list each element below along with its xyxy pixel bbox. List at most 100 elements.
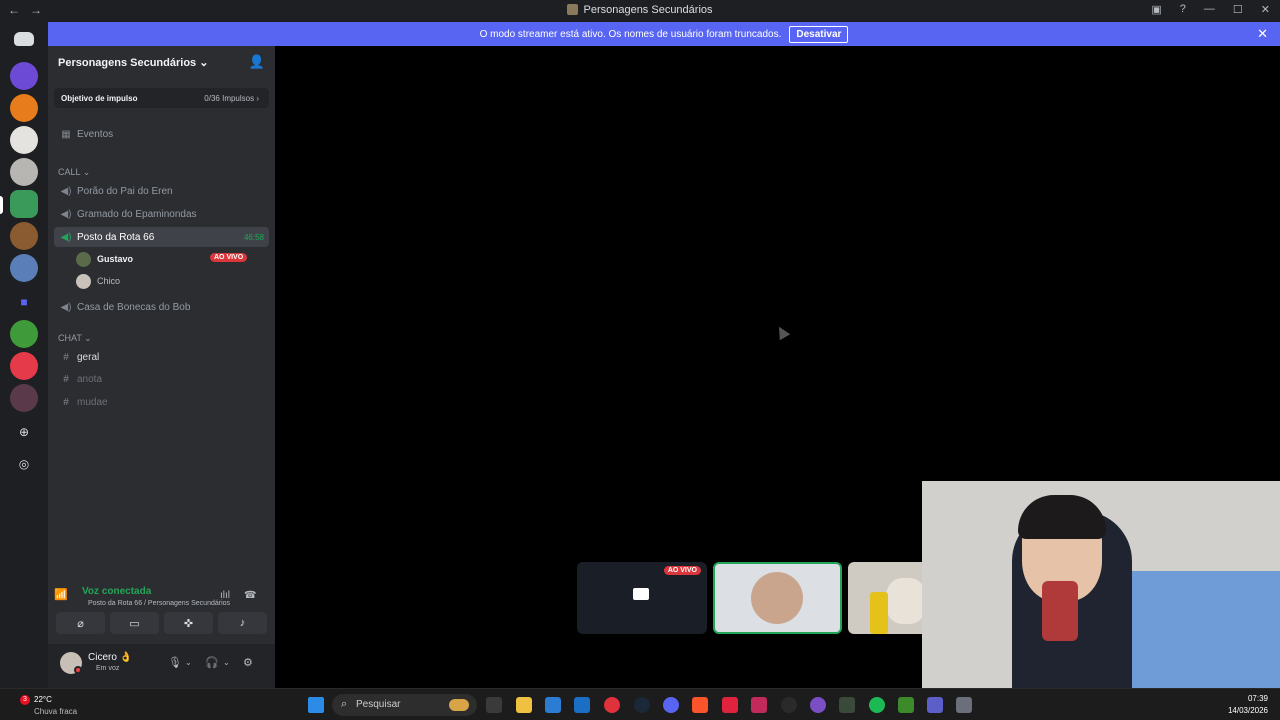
stream-tile-screen-share[interactable]: AO VIVO xyxy=(577,562,707,634)
speaker-icon: ◀) xyxy=(60,185,72,197)
voice-controls: ⌀ ▭ ✜ ♪ xyxy=(56,612,267,634)
server-icon-current[interactable] xyxy=(10,190,38,218)
discord-home-icon[interactable] xyxy=(14,32,34,46)
screen-share-icon[interactable]: ▭ xyxy=(110,612,159,634)
soundboard-icon[interactable]: ♪ xyxy=(218,612,267,634)
voice-channel-gramado[interactable]: ◀) Gramado do Epaminondas xyxy=(54,204,269,224)
maximize-button[interactable]: ☐ xyxy=(1233,3,1243,16)
text-channel-mudae[interactable]: # mudae xyxy=(54,392,269,412)
windows-taskbar: 3 22°C Chuva fraca ⌕ Pesquisar 07:39 14/… xyxy=(0,688,1280,720)
settings-gear-icon[interactable]: ⚙ xyxy=(243,656,253,669)
live-badge: AO VIVO xyxy=(663,566,701,575)
inbox-icon[interactable]: ▣ xyxy=(1151,3,1161,16)
server-icon-2[interactable] xyxy=(10,94,38,122)
signal-icon[interactable]: 📶 xyxy=(54,588,68,601)
category-call[interactable]: CALL ⌄ xyxy=(58,167,90,178)
server-icon-4[interactable] xyxy=(10,158,38,186)
server-icon-8[interactable] xyxy=(10,320,38,348)
folder-icon[interactable]: ■ xyxy=(16,294,32,310)
avatar-decoration xyxy=(870,592,888,634)
add-server-icon[interactable]: ⊕ xyxy=(16,424,32,440)
opera-icon[interactable] xyxy=(604,697,620,713)
avatar xyxy=(751,572,803,624)
server-icon-10[interactable] xyxy=(10,384,38,412)
text-channel-anota[interactable]: # anota xyxy=(54,369,269,389)
close-icon[interactable]: ✕ xyxy=(1257,26,1268,42)
streamlabs-icon[interactable] xyxy=(810,697,826,713)
server-icon-3[interactable] xyxy=(10,126,38,154)
teams-icon[interactable] xyxy=(927,697,943,713)
calendar-icon: ▦ xyxy=(61,128,71,140)
server-name: Personagens Secundários xyxy=(58,57,197,69)
events-item[interactable]: ▦ Eventos xyxy=(54,124,269,144)
clock-date: 14/03/2026 xyxy=(1227,706,1268,715)
help-icon[interactable]: ? xyxy=(1180,3,1186,16)
stream-tile-participant-speaking[interactable] xyxy=(713,562,842,634)
voice-status: Voz conectada xyxy=(82,586,152,597)
brave-icon[interactable] xyxy=(692,697,708,713)
outlook-icon[interactable] xyxy=(574,697,590,713)
channel-timer: 46:58 xyxy=(243,232,264,242)
voice-location[interactable]: Posto da Rota 66 / Personagens Secundári… xyxy=(88,600,230,607)
voice-user-chico[interactable]: Chico xyxy=(76,272,266,290)
discord-icon[interactable] xyxy=(663,697,679,713)
screen-share-icon xyxy=(633,588,649,600)
obs-icon[interactable] xyxy=(781,697,797,713)
streamer-mode-banner: O modo streamer está ativo. Os nomes de … xyxy=(48,22,1280,46)
task-view-icon[interactable] xyxy=(486,697,502,713)
explore-servers-icon[interactable]: ◎ xyxy=(16,456,32,472)
app-book-icon[interactable] xyxy=(839,697,855,713)
speaker-icon: ◀) xyxy=(60,301,72,313)
server-icon-9[interactable] xyxy=(10,352,38,380)
file-explorer-icon[interactable] xyxy=(516,697,532,713)
app-shield-icon[interactable] xyxy=(956,697,972,713)
selected-server-pill xyxy=(0,196,3,214)
voice-channel-posto[interactable]: ◀) Posto da Rota 66 46:58 xyxy=(54,227,269,247)
hash-icon: # xyxy=(63,351,69,363)
boost-count: 0/36 Impulsos › xyxy=(204,94,259,103)
activities-icon[interactable]: ✜ xyxy=(164,612,213,634)
notification-badge: 3 xyxy=(20,695,30,705)
text-channel-geral[interactable]: # geral xyxy=(54,347,269,367)
minecraft-icon[interactable] xyxy=(898,697,914,713)
category-chat[interactable]: CHAT ⌄ xyxy=(58,333,92,344)
temperature: 22°C xyxy=(34,695,52,704)
voice-user-gustavo[interactable]: Gustavo AO VIVO xyxy=(76,250,266,268)
taskbar-search[interactable]: ⌕ Pesquisar xyxy=(332,694,477,716)
minimize-button[interactable]: — xyxy=(1204,3,1215,16)
microphone-icon[interactable]: 🎙 xyxy=(168,656,182,669)
invite-people-icon[interactable]: 👤 xyxy=(249,54,265,70)
voice-channel-porao[interactable]: ◀) Porão do Pai do Eren xyxy=(54,181,269,201)
windows-start-icon[interactable] xyxy=(308,697,324,713)
username[interactable]: Cicero 👌 xyxy=(88,652,132,663)
close-window-button[interactable]: ✕ xyxy=(1261,3,1270,16)
disable-streamer-button[interactable]: Desativar xyxy=(789,25,849,43)
store-icon[interactable] xyxy=(545,697,561,713)
hash-icon: # xyxy=(63,373,69,385)
chevron-down-icon[interactable]: ⌄ xyxy=(223,658,230,667)
server-list: ■ ⊕ ◎ xyxy=(0,22,48,688)
chevron-down-icon[interactable]: ⌄ xyxy=(185,658,192,667)
spotify-icon[interactable] xyxy=(869,697,885,713)
voice-channel-casa[interactable]: ◀) Casa de Bonecas do Bob xyxy=(54,297,269,317)
chevron-down-icon: ⌄ xyxy=(199,57,209,69)
system-clock[interactable]: 07:39 14/03/2026 xyxy=(1228,693,1268,717)
server-header[interactable]: Personagens Secundários ⌄ 👤 xyxy=(48,46,275,78)
hash-icon: # xyxy=(63,396,69,408)
server-icon-7[interactable] xyxy=(10,254,38,282)
steam-icon[interactable] xyxy=(634,697,650,713)
live-badge: AO VIVO xyxy=(210,253,248,262)
camera-off-icon[interactable]: ⌀ xyxy=(56,612,105,634)
search-icon: ⌕ xyxy=(341,698,348,710)
tiktok-icon[interactable] xyxy=(722,697,738,713)
disconnect-icon[interactable]: ☎ xyxy=(244,590,256,601)
boost-goal-label: Objetivo de impulso xyxy=(61,94,138,103)
server-icon-6[interactable] xyxy=(10,222,38,250)
boost-goal[interactable]: Objetivo de impulso 0/36 Impulsos › xyxy=(54,88,269,108)
headphones-icon[interactable]: 🎧 xyxy=(205,656,219,669)
stream-tile-participant[interactable] xyxy=(848,562,928,634)
app-t-icon[interactable] xyxy=(751,697,767,713)
noise-suppression-icon[interactable]: ılıl xyxy=(220,590,230,601)
server-icon-1[interactable] xyxy=(10,62,38,90)
banner-text: O modo streamer está ativo. Os nomes de … xyxy=(479,28,782,40)
